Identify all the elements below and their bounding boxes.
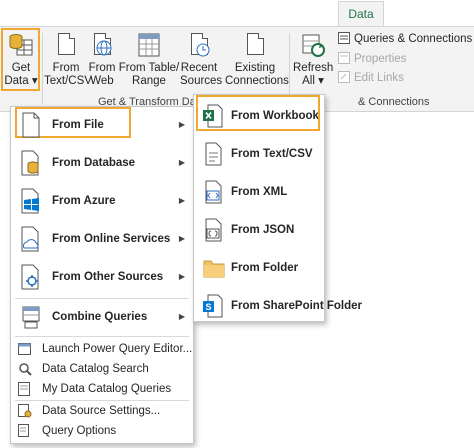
menu-item-combine-queries[interactable]: Combine Queries ▶ xyxy=(11,301,193,333)
submenu-item-label: From Folder xyxy=(231,262,299,274)
recent-sources-icon xyxy=(186,31,212,59)
group-label-connections: & Connections xyxy=(358,96,430,108)
refresh-all-label-2: All ▾ xyxy=(302,75,324,87)
from-web-label-2: Web xyxy=(90,75,114,87)
menu-item-from-database[interactable]: From Database ▶ xyxy=(11,147,193,179)
recent-sources-label-2: Sources xyxy=(180,75,223,87)
submenu-item-label: From XML xyxy=(231,186,288,198)
submenu-arrow-icon: ▶ xyxy=(178,158,185,167)
menu-item-data-source-settings[interactable]: Data Source Settings... xyxy=(11,401,193,421)
catalog-queries-icon xyxy=(18,382,32,396)
database-icon xyxy=(19,150,43,176)
submenu-item-label: From JSON xyxy=(231,224,295,236)
submenu-item-from-folder[interactable]: From Folder xyxy=(194,251,324,285)
text-csv-icon xyxy=(53,31,79,59)
menu-item-label: Combine Queries xyxy=(52,311,148,323)
queries-connections-label: Queries & Connections xyxy=(354,33,473,45)
other-sources-icon xyxy=(19,264,43,290)
from-text-csv-button[interactable]: From Text/CSV xyxy=(44,31,92,95)
existing-connections-icon xyxy=(242,31,268,59)
submenu-item-from-xml[interactable]: From XML xyxy=(194,175,324,209)
refresh-all-button[interactable]: Refresh All ▾ xyxy=(293,31,333,95)
queries-connections-button[interactable]: Queries & Connections xyxy=(338,32,472,45)
svg-text:S: S xyxy=(205,302,211,312)
menu-item-label: From Database xyxy=(52,157,136,169)
from-web-button[interactable]: From Web xyxy=(88,31,116,95)
from-table-range-label-2: Range xyxy=(132,75,166,87)
sharepoint-folder-icon: S xyxy=(203,294,223,318)
menu-divider xyxy=(15,336,189,337)
submenu-item-from-json[interactable]: From JSON xyxy=(194,213,324,247)
menu-item-label: My Data Catalog Queries xyxy=(42,383,172,395)
from-table-range-button[interactable]: From Table/ Range xyxy=(118,31,180,95)
menu-item-data-catalog-search[interactable]: Data Catalog Search xyxy=(11,359,193,379)
submenu-arrow-icon: ▶ xyxy=(178,272,185,281)
existing-connections-label-1: Existing xyxy=(234,62,276,74)
edit-links-button[interactable]: Edit Links xyxy=(338,71,404,84)
existing-connections-label-2: Connections xyxy=(225,75,289,87)
menu-item-from-online-services[interactable]: From Online Services ▶ xyxy=(11,223,193,255)
ribbon-tab-strip: Data xyxy=(0,0,474,27)
submenu-arrow-icon: ▶ xyxy=(178,234,185,243)
edit-links-label: Edit Links xyxy=(354,72,404,84)
from-web-label-1: From xyxy=(88,62,116,74)
catalog-search-icon xyxy=(18,362,32,376)
azure-icon xyxy=(19,188,43,214)
from-text-csv-label-2: Text/CSV xyxy=(44,75,92,87)
from-text-csv-label-1: From xyxy=(52,62,80,74)
get-data-menu: From File ▶ From Database ▶ From Azure ▶… xyxy=(10,106,194,444)
properties-button[interactable]: Properties xyxy=(338,52,406,65)
refresh-icon xyxy=(300,31,326,59)
menu-item-label: From Other Sources xyxy=(52,271,164,283)
query-options-icon xyxy=(18,424,32,438)
submenu-item-from-text-csv[interactable]: From Text/CSV xyxy=(194,137,324,171)
combine-queries-icon xyxy=(19,304,43,330)
table-range-icon xyxy=(136,31,162,59)
menu-item-from-other-sources[interactable]: From Other Sources ▶ xyxy=(11,261,193,293)
file-icon xyxy=(19,112,43,138)
folder-icon xyxy=(203,256,225,280)
existing-connections-button[interactable]: Existing Connections xyxy=(225,31,289,95)
refresh-all-label-1: Refresh xyxy=(293,62,334,74)
ribbon-divider xyxy=(42,33,43,105)
from-table-range-label-1: From Table/ xyxy=(118,62,180,74)
submenu-arrow-icon: ▶ xyxy=(178,312,185,321)
submenu-item-from-sharepoint-folder[interactable]: S From SharePoint Folder xyxy=(194,289,362,323)
power-query-editor-icon xyxy=(18,342,32,356)
submenu-item-label: From Text/CSV xyxy=(231,148,313,160)
json-icon xyxy=(203,218,223,242)
cloud-icon xyxy=(19,226,43,252)
menu-item-label: Launch Power Query Editor... xyxy=(42,343,193,355)
menu-item-label: Query Options xyxy=(42,425,117,437)
queries-connections-icon xyxy=(338,32,350,44)
text-csv-icon xyxy=(203,142,223,166)
xml-icon xyxy=(203,180,223,204)
edit-links-icon xyxy=(338,71,350,83)
submenu-item-label: From SharePoint Folder xyxy=(231,300,362,312)
properties-icon xyxy=(338,52,350,64)
menu-item-label: Data Source Settings... xyxy=(42,405,161,417)
properties-label: Properties xyxy=(354,53,407,65)
menu-item-from-azure[interactable]: From Azure ▶ xyxy=(11,185,193,217)
menu-item-label: Data Catalog Search xyxy=(42,363,149,375)
tab-data[interactable]: Data xyxy=(338,1,384,27)
menu-item-launch-power-query-editor[interactable]: Launch Power Query Editor... xyxy=(11,339,193,359)
menu-divider xyxy=(15,298,189,299)
data-source-settings-icon xyxy=(18,404,32,418)
recent-sources-button[interactable]: Recent Sources xyxy=(180,31,223,95)
menu-item-query-options[interactable]: Query Options xyxy=(11,421,193,441)
menu-item-label: From Azure xyxy=(52,195,116,207)
menu-item-label: From File xyxy=(52,119,104,131)
menu-item-my-data-catalog-queries[interactable]: My Data Catalog Queries xyxy=(11,379,193,399)
menu-item-label: From Online Services xyxy=(52,233,171,245)
from-workbook-highlight xyxy=(196,95,320,131)
recent-sources-label-1: Recent xyxy=(180,62,218,74)
get-data-highlight xyxy=(1,28,40,91)
submenu-arrow-icon: ▶ xyxy=(178,196,185,205)
menu-item-from-file[interactable]: From File ▶ xyxy=(11,109,193,141)
web-icon xyxy=(89,31,115,59)
submenu-arrow-icon: ▶ xyxy=(178,120,185,129)
